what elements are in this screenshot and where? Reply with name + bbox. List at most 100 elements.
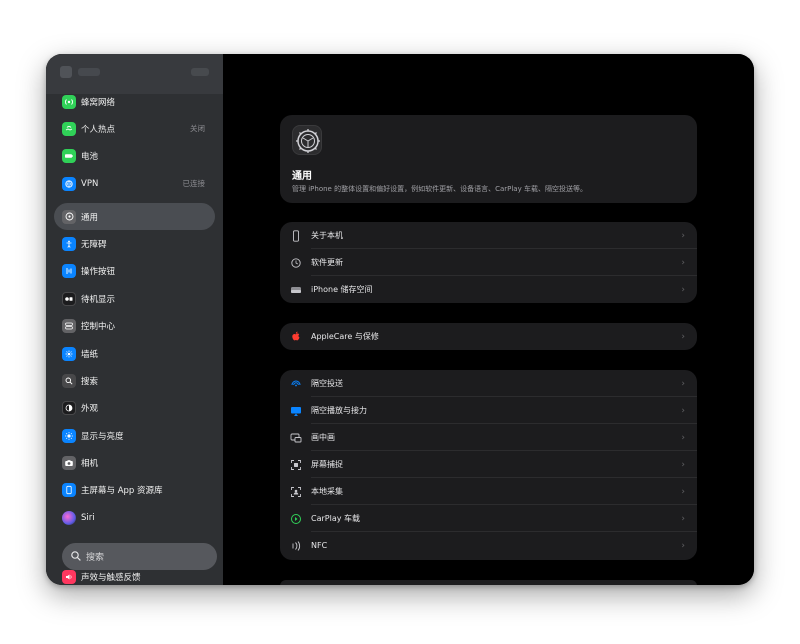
- gear-icon: [292, 125, 322, 155]
- row-nfc[interactable]: NFC ›: [280, 532, 697, 559]
- sidebar-item-search[interactable]: 搜索: [54, 367, 215, 394]
- home-screen-icon: [62, 482, 76, 497]
- sidebar-item-control-center[interactable]: 控制中心: [54, 312, 215, 339]
- sidebar-item-label: 主屏幕与 App 资源库: [81, 485, 163, 496]
- sidebar-item-home-screen[interactable]: 主屏幕与 App 资源库: [54, 476, 215, 503]
- sidebar-item-label: 无障碍: [81, 239, 107, 250]
- sidebar-item-label: VPN: [81, 178, 99, 189]
- row-applecare[interactable]: AppleCare 与保修 ›: [280, 323, 697, 350]
- settings-group-applecare: AppleCare 与保修 ›: [280, 323, 697, 350]
- chevron-right-icon: ›: [681, 459, 685, 470]
- page-description: 管理 iPhone 的整体设置和偏好设置，例如软件更新、设备语言、CarPlay…: [292, 185, 587, 193]
- row-label: iPhone 储存空间: [311, 285, 373, 294]
- sidebar-item-vpn[interactable]: VPN 已连接: [54, 170, 215, 197]
- row-software-update[interactable]: 软件更新 ›: [280, 249, 697, 276]
- airdrop-icon: [290, 378, 302, 390]
- chevron-right-icon: ›: [681, 486, 685, 497]
- sidebar-item-label: 外观: [81, 403, 99, 414]
- general-header-card: 通用 管理 iPhone 的整体设置和偏好设置，例如软件更新、设备语言、CarP…: [280, 115, 697, 203]
- row-storage[interactable]: iPhone 储存空间 ›: [280, 276, 697, 303]
- vpn-icon: [62, 176, 76, 191]
- storage-icon: [290, 284, 302, 296]
- row-pip[interactable]: 画中画 ›: [280, 424, 697, 451]
- row-label: 隔空投送: [311, 379, 343, 388]
- row-label: 屏幕捕捉: [311, 460, 343, 469]
- row-carplay[interactable]: CarPlay 车载 ›: [280, 505, 697, 532]
- sidebar-item-value: 已连接: [182, 179, 206, 188]
- search-input[interactable]: 搜索: [62, 543, 217, 570]
- row-label: 本地采集: [311, 487, 343, 496]
- brightness-icon: [62, 428, 76, 443]
- wallpaper-icon: [62, 346, 76, 361]
- chevron-right-icon: ›: [681, 378, 685, 389]
- sidebar-item-label: 相机: [81, 458, 99, 469]
- sidebar-item-label: 操作按钮: [81, 266, 116, 277]
- control-center-icon: [62, 318, 76, 333]
- row-label: NFC: [311, 541, 328, 550]
- battery-icon: [62, 148, 76, 163]
- sidebar-item-cellular[interactable]: 蜂窝网络: [54, 88, 215, 115]
- sidebar-item-appearance[interactable]: 外观: [54, 394, 215, 421]
- action-button-icon: [62, 263, 76, 278]
- accessibility-icon: [62, 236, 76, 251]
- sidebar-item-sound[interactable]: 声效与触感反馈: [54, 567, 215, 585]
- standby-icon: [62, 291, 76, 306]
- row-airplay[interactable]: 隔空播放与接力 ›: [280, 397, 697, 424]
- hotspot-icon: [62, 121, 76, 136]
- sidebar-item-label: 墙纸: [81, 349, 99, 360]
- sidebar-item-hotspot[interactable]: 个人热点 关闭: [54, 115, 215, 142]
- row-about[interactable]: 关于本机 ›: [280, 222, 697, 249]
- row-label: CarPlay 车载: [311, 514, 361, 523]
- row-screen-capture[interactable]: 屏幕捕捉 ›: [280, 451, 697, 478]
- nfc-icon: [290, 540, 302, 552]
- row-local-capture[interactable]: 本地采集 ›: [280, 478, 697, 505]
- page-title: 通用: [292, 171, 312, 182]
- sidebar-item-label: Siri: [81, 512, 95, 523]
- pip-icon: [290, 432, 302, 444]
- carplay-icon: [290, 513, 302, 525]
- chevron-right-icon: ›: [681, 257, 685, 268]
- sidebar-item-display[interactable]: 显示与亮度: [54, 422, 215, 449]
- sidebar-item-battery[interactable]: 电池: [54, 142, 215, 169]
- chevron-right-icon: ›: [681, 331, 685, 342]
- siri-icon: [62, 510, 76, 525]
- chevron-right-icon: ›: [681, 405, 685, 416]
- apple-icon: [290, 331, 302, 343]
- search-icon: [62, 373, 76, 388]
- sidebar-item-camera[interactable]: 相机: [54, 449, 215, 476]
- phone-icon: [290, 229, 302, 242]
- row-label: 隔空播放与接力: [311, 406, 367, 415]
- row-label: 关于本机: [311, 231, 343, 240]
- sidebar-item-standby[interactable]: 待机显示: [54, 285, 215, 312]
- appearance-icon: [62, 400, 76, 415]
- next-group-peek: [280, 580, 697, 585]
- chevron-right-icon: ›: [681, 432, 685, 443]
- gear-icon: [62, 209, 76, 224]
- row-label: AppleCare 与保修: [311, 332, 379, 341]
- airplay-icon: [290, 405, 302, 417]
- sidebar-item-action-button[interactable]: 操作按钮: [54, 257, 215, 284]
- row-airdrop[interactable]: 隔空投送 ›: [280, 370, 697, 397]
- sound-icon: [62, 570, 76, 584]
- sidebar-item-label: 个人热点: [81, 124, 116, 135]
- sidebar-item-label: 电池: [81, 151, 99, 162]
- sidebar-item-label: 显示与亮度: [81, 431, 124, 442]
- search-icon: [71, 551, 81, 561]
- sidebar-item-accessibility[interactable]: 无障碍: [54, 230, 215, 257]
- sidebar-item-label: 通用: [81, 212, 99, 223]
- settings-window: 蜂窝网络 个人热点 关闭 电池 VPN 已连接 通用 无障碍 操作按钮 待机显示…: [46, 54, 754, 585]
- sidebar-item-wallpaper[interactable]: 墙纸: [54, 340, 215, 367]
- settings-group-continuity: 隔空投送 › 隔空播放与接力 › 画中画 › 屏幕捕捉 › 本地采集 › Car…: [280, 370, 697, 560]
- sidebar: 蜂窝网络 个人热点 关闭 电池 VPN 已连接 通用 无障碍 操作按钮 待机显示…: [46, 54, 223, 585]
- software-update-icon: [290, 257, 302, 269]
- cellular-icon: [62, 94, 76, 109]
- chevron-right-icon: ›: [681, 513, 685, 524]
- search-placeholder: 搜索: [86, 553, 105, 563]
- sidebar-item-label: 控制中心: [81, 321, 116, 332]
- main-content: 通用 管理 iPhone 的整体设置和偏好设置，例如软件更新、设备语言、CarP…: [223, 54, 754, 585]
- sidebar-item-label: 搜索: [81, 376, 99, 387]
- sidebar-item-siri[interactable]: Siri: [54, 504, 215, 531]
- settings-group-about: 关于本机 › 软件更新 › iPhone 储存空间 ›: [280, 222, 697, 303]
- sidebar-item-general[interactable]: 通用: [54, 203, 215, 230]
- sidebar-item-label: 声效与触感反馈: [81, 573, 141, 583]
